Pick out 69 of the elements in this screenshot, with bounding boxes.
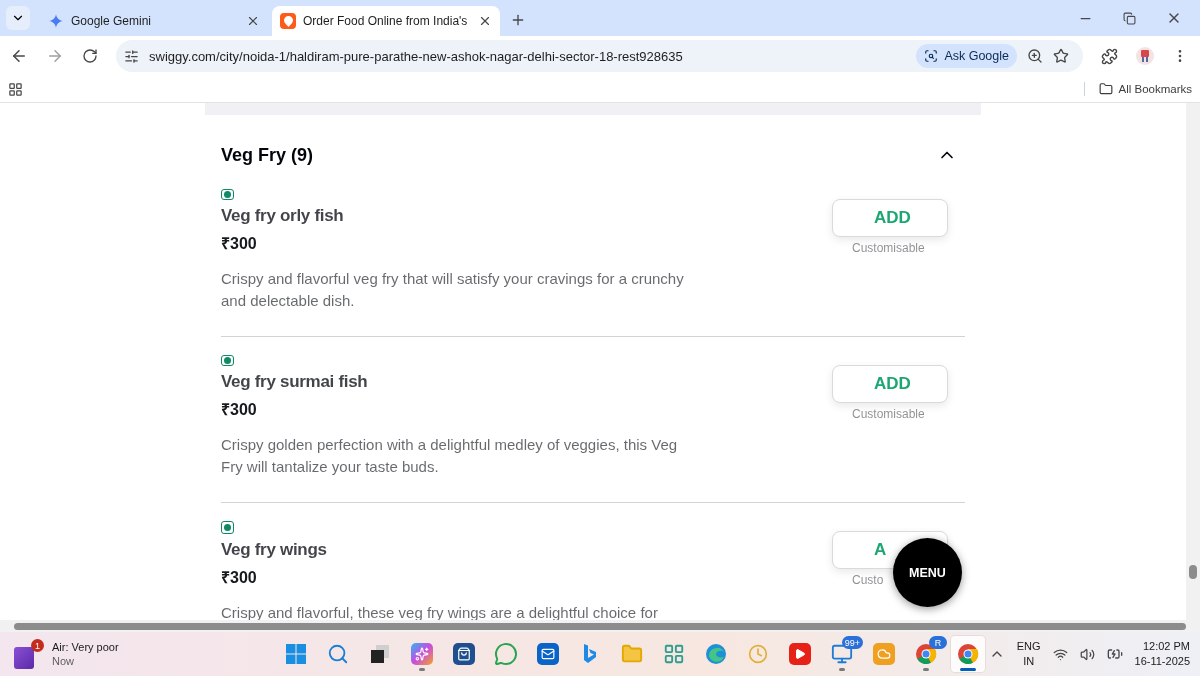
browser-tab[interactable]: Order Food Online from India's (272, 6, 500, 36)
language-label: ENG (1016, 639, 1041, 654)
dish-price: ₹300 (221, 568, 258, 588)
play-icon (789, 643, 811, 665)
section-title: Veg Fry (9) (221, 144, 314, 166)
all-bookmarks-button[interactable]: All Bookmarks (1083, 82, 1192, 96)
customisable-label: Customisable (852, 241, 925, 255)
edge-icon (705, 643, 727, 665)
site-settings-icon[interactable] (124, 48, 139, 64)
scrollbar-thumb[interactable] (1189, 565, 1197, 579)
tab-list-button[interactable] (6, 6, 30, 30)
windows-start-icon (285, 643, 307, 665)
apps-grid-icon[interactable] (8, 81, 23, 97)
menu-button[interactable]: MENU (893, 538, 962, 607)
browser-tab[interactable]: Google Gemini (40, 6, 268, 36)
swiggy-logo-icon (280, 13, 296, 29)
volume-icon[interactable] (1079, 646, 1095, 662)
store-icon (453, 643, 475, 665)
app-badge: R (929, 636, 947, 649)
chat-bubble-icon (494, 642, 518, 666)
taskbar-app[interactable] (951, 636, 985, 672)
dish-price: ₹300 (221, 234, 258, 254)
dish-name: Veg fry orly fish (221, 206, 345, 226)
profile-avatar-icon[interactable] (1136, 47, 1154, 65)
copilot-icon (411, 643, 433, 665)
task-view-icon (369, 643, 391, 665)
customisable-label: Custo (852, 573, 884, 587)
close-tab-icon[interactable] (478, 14, 492, 28)
grid-icon (663, 643, 685, 665)
tab-title: Order Food Online from India's (303, 14, 469, 28)
folder-icon (1098, 82, 1113, 96)
dish-description: Crispy and flavorful veg fry that will satisfy your cravings for a crunchy and delectable dish. (221, 269, 685, 311)
gemini-sparkle-icon (48, 13, 64, 29)
bookmark-star-icon[interactable] (1053, 48, 1069, 64)
extensions-icon[interactable] (1101, 47, 1118, 65)
notification-badge: 1 (31, 639, 44, 652)
zoom-icon[interactable] (1027, 48, 1043, 64)
chrome-icon (957, 643, 979, 665)
reload-icon[interactable] (82, 48, 98, 64)
weather-icon (873, 643, 895, 665)
folder-icon (621, 643, 643, 665)
address-bar[interactable]: swiggy.com/city/noida-1/haldiram-pure-parathe-new-ashok-nagar-delhi-sector-18-rest928635 (149, 48, 907, 64)
forward-icon[interactable] (46, 47, 64, 65)
search-icon (327, 643, 349, 665)
restore-icon[interactable] (1123, 11, 1136, 25)
tab-title: Google Gemini (71, 14, 153, 28)
notification-title: Air: Very poor (52, 640, 119, 654)
battery-charging-icon[interactable] (1106, 646, 1123, 662)
close-tab-icon[interactable] (246, 14, 260, 28)
chrome-icon (915, 643, 937, 665)
wifi-icon[interactable] (1052, 646, 1068, 662)
bing-icon (582, 643, 598, 665)
new-tab-icon[interactable] (510, 12, 526, 28)
customisable-label: Customisable (852, 407, 925, 421)
back-icon[interactable] (10, 47, 28, 65)
dish-description: Crispy golden perfection with a delightful medley of veggies, this Veg Fry will tantalize your taste buds. (221, 435, 679, 477)
dish-name: Veg fry wings (221, 540, 328, 560)
clock-date: 16-11-2025 (1134, 654, 1190, 669)
mail-icon (537, 643, 559, 665)
ask-google-button[interactable]: Ask Google (916, 44, 1017, 68)
lens-icon (924, 49, 939, 63)
dish-name: Veg fry surmai fish (221, 372, 369, 392)
notification-time: Now (52, 654, 75, 668)
app-badge: 99+ (841, 636, 863, 649)
clock-time: 12:02 PM (1142, 639, 1190, 654)
region-label: IN (1023, 654, 1035, 669)
clock-icon (748, 644, 768, 664)
dish-price: ₹300 (221, 400, 258, 420)
horizontal-scrollbar-thumb[interactable] (14, 622, 1186, 630)
